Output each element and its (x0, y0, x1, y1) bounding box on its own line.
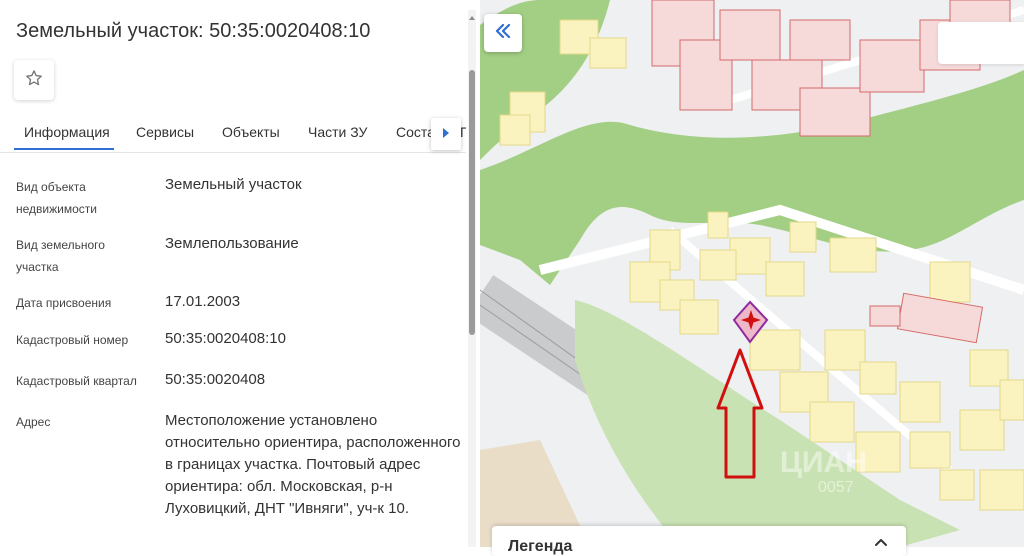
field-label-cadastral-quarter: Кадастровый квартал (16, 374, 137, 388)
location-marker-icon[interactable] (741, 310, 761, 330)
field-value-land-type: Землепользование (165, 235, 299, 252)
favorite-button[interactable] (14, 60, 54, 100)
scroll-up-icon[interactable] (467, 10, 477, 20)
tab-composition[interactable]: Соста (396, 124, 435, 140)
field-value-cadastral-quarter: 50:35:0020408 (165, 371, 266, 388)
field-value-cadastral-number: 50:35:0020408:10 (165, 330, 286, 347)
watermark-text: ЦИАН (780, 446, 867, 479)
tab-objects[interactable]: Объекты (222, 124, 280, 140)
field-label-object-type: Вид объекта недвижимости (16, 180, 97, 216)
double-chevron-left-icon (495, 23, 511, 43)
chevron-up-icon[interactable] (874, 534, 888, 546)
active-tab-indicator (14, 148, 114, 150)
legend-panel[interactable]: Легенда (492, 526, 906, 556)
map-canvas: ЦИАН 0057 (480, 0, 1024, 547)
field-label-land-type: Вид земельного участка (16, 238, 105, 274)
tabs-scroll-right-button[interactable] (431, 118, 461, 150)
scrollbar-thumb[interactable] (469, 70, 475, 335)
field-label-assign-date: Дата присвоения (16, 296, 112, 310)
tab-information[interactable]: Информация (24, 124, 110, 140)
field-label-address: Адрес (16, 415, 51, 429)
legend-title: Легенда (508, 538, 573, 555)
field-value-address: Местоположение установлено относительно … (165, 412, 461, 517)
field-value-object-type: Земельный участок (165, 176, 302, 193)
tab-parts[interactable]: Части ЗУ (308, 124, 367, 140)
star-outline-icon (24, 68, 44, 93)
cadastral-map[interactable]: ЦИАН 0057 (480, 0, 1024, 547)
info-panel: Земельный участок: 50:35:0020408:10 Инфо… (0, 0, 480, 547)
tab-services[interactable]: Сервисы (136, 124, 194, 140)
map-control-box[interactable] (938, 22, 1024, 64)
collapse-panel-button[interactable] (484, 14, 522, 52)
page-title: Земельный участок: 50:35:0020408:10 (16, 20, 371, 42)
field-label-cadastral-number: Кадастровый номер (16, 333, 129, 347)
watermark-subtext: 0057 (818, 479, 854, 496)
field-value-assign-date: 17.01.2003 (165, 293, 241, 310)
triangle-right-icon (442, 125, 450, 143)
